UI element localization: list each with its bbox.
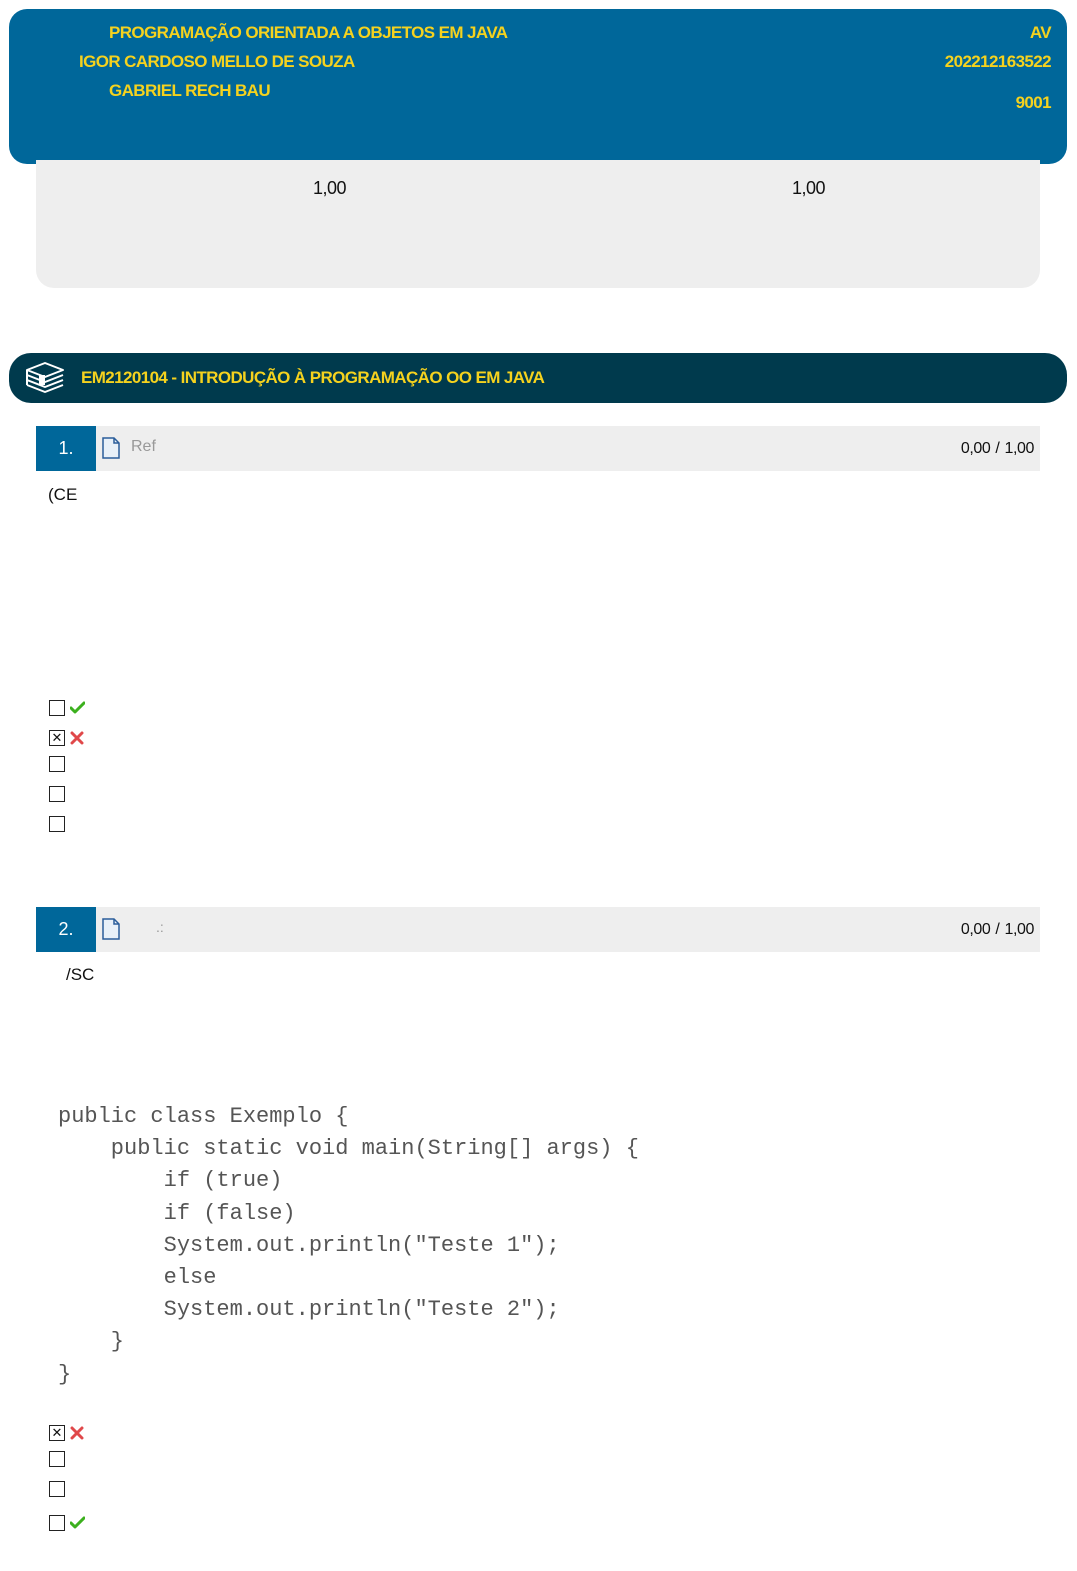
wrong-x-icon xyxy=(70,731,84,750)
score-separator: / xyxy=(995,921,1000,938)
books-icon xyxy=(23,360,67,401)
question-2-header: 2. .: 0,00/1,00 xyxy=(36,907,1040,952)
correct-check-icon xyxy=(69,701,86,720)
registration-number: 202212163522 xyxy=(944,52,1052,71)
course-title: PROGRAMAÇÃO ORIENTADA A OBJETOS EM JAVA xyxy=(109,23,508,42)
option-checkbox[interactable] xyxy=(49,1451,65,1467)
score-summary: 1,00 1,00 xyxy=(36,160,1040,288)
score-max: 1,00 xyxy=(1004,440,1034,457)
question-2-text: /SC xyxy=(66,965,95,984)
class-code: 9001 xyxy=(1015,93,1052,112)
question-number: 1. xyxy=(36,426,96,471)
question-ref-label: Ref xyxy=(131,438,156,455)
question-number: 2. xyxy=(36,907,96,952)
exam-type: AV xyxy=(1029,23,1052,42)
code-snippet: public class Exemplo { public static voi… xyxy=(58,1104,639,1387)
option-checkbox[interactable] xyxy=(49,1481,65,1497)
document-icon[interactable] xyxy=(102,437,120,464)
score-separator: / xyxy=(995,440,1000,457)
score-max: 1,00 xyxy=(1004,921,1034,938)
section-title: EM2120104 - INTRODUÇÃO À PROGRAMAÇÃO OO … xyxy=(81,368,545,387)
option-checkbox-checked[interactable]: ✕ xyxy=(49,1425,65,1441)
wrong-x-icon xyxy=(70,1426,84,1445)
question-1-text: (CE xyxy=(48,485,78,504)
question-score: 0,00/1,00 xyxy=(960,921,1035,939)
option-checkbox[interactable] xyxy=(49,700,65,716)
exam-header: PROGRAMAÇÃO ORIENTADA A OBJETOS EM JAVA … xyxy=(9,9,1067,164)
question-1-header: 1. Ref 0,00/1,00 xyxy=(36,426,1040,471)
student-name: IGOR CARDOSO MELLO DE SOUZA xyxy=(79,52,355,71)
question-ref-label: .: xyxy=(156,919,164,935)
score-obtained: 0,00 xyxy=(960,921,991,938)
question-score: 0,00/1,00 xyxy=(960,440,1035,458)
score-left: 1,00 xyxy=(313,178,347,198)
correct-check-icon xyxy=(69,1516,86,1535)
section-header: EM2120104 - INTRODUÇÃO À PROGRAMAÇÃO OO … xyxy=(9,353,1067,403)
score-obtained: 0,00 xyxy=(960,440,991,457)
teacher-name: GABRIEL RECH BAU xyxy=(109,81,271,100)
option-checkbox-checked[interactable]: ✕ xyxy=(49,730,65,746)
option-checkbox[interactable] xyxy=(49,756,65,772)
score-right: 1,00 xyxy=(792,178,826,198)
option-checkbox[interactable] xyxy=(49,1515,65,1531)
document-icon[interactable] xyxy=(102,918,120,945)
option-checkbox[interactable] xyxy=(49,786,65,802)
option-checkbox[interactable] xyxy=(49,816,65,832)
